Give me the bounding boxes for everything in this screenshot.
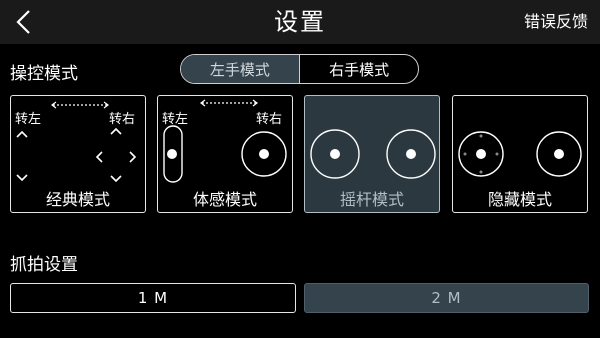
resolution-1m-button[interactable]: 1 M xyxy=(10,283,296,313)
joystick-mode-card[interactable]: 摇杆模式 xyxy=(304,95,440,213)
motion-mode-card[interactable]: 转左 转右 体感模式 xyxy=(157,95,293,213)
back-button[interactable] xyxy=(6,4,42,40)
left-joystick-knob xyxy=(330,149,340,159)
left-arrow-icon-right xyxy=(95,151,103,163)
hand-mode-toggle: 左手模式 右手模式 xyxy=(180,54,419,84)
turn-left-label: 转左 xyxy=(15,112,42,127)
turn-left-label: 转左 xyxy=(162,112,189,127)
turn-arrow-icon xyxy=(51,101,109,109)
feedback-button[interactable]: 错误反馈 xyxy=(524,0,588,44)
left-joystick-knob xyxy=(476,149,486,159)
top-bar: 设置 错误反馈 xyxy=(0,0,600,44)
chevron-left-icon xyxy=(16,10,30,34)
hidden-mode-label: 隐藏模式 xyxy=(487,190,552,209)
motion-mode-label: 体感模式 xyxy=(192,190,257,209)
up-arrow-icon-left xyxy=(16,130,28,138)
joystick-knob xyxy=(259,149,269,159)
right-joystick-knob xyxy=(554,149,564,159)
up-arrow-icon-right xyxy=(110,127,122,135)
right-joystick-knob xyxy=(406,149,416,159)
down-arrow-icon-left xyxy=(16,174,28,182)
page-title: 设置 xyxy=(274,8,326,36)
down-arrow-icon-right xyxy=(110,175,122,183)
turn-right-label: 转右 xyxy=(109,112,136,127)
turn-right-label: 转右 xyxy=(256,112,283,127)
hidden-mode-card[interactable]: 隐藏模式 xyxy=(452,95,588,213)
right-hand-mode-option[interactable]: 右手模式 xyxy=(300,55,418,83)
joystick-mode-label: 摇杆模式 xyxy=(339,190,404,209)
right-arrow-icon-right xyxy=(129,151,137,163)
classic-mode-label: 经典模式 xyxy=(45,190,110,209)
turn-arrow-icon xyxy=(200,99,258,107)
resolution-2m-button[interactable]: 2 M xyxy=(304,283,589,313)
left-hand-mode-option[interactable]: 左手模式 xyxy=(181,55,299,83)
slider-knob xyxy=(167,149,177,159)
classic-mode-card[interactable]: 转左 转右 经典模式 xyxy=(10,95,146,213)
control-mode-label: 操控模式 xyxy=(10,64,78,84)
capture-settings-label: 抓拍设置 xyxy=(10,255,78,275)
